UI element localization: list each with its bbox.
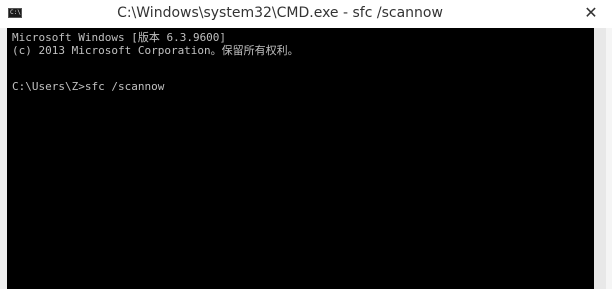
title-bar[interactable]: C:\ C:\Windows\system32\CMD.exe - sfc /s… — [0, 0, 612, 28]
cmd-window: C:\ C:\Windows\system32\CMD.exe - sfc /s… — [0, 0, 612, 289]
console-output[interactable]: Microsoft Windows [版本 6.3.9600] (c) 2013… — [7, 28, 594, 289]
window-title: C:\Windows\system32\CMD.exe - sfc /scann… — [117, 5, 443, 21]
window-right-edge — [606, 28, 612, 289]
console-line-4: C:\Users\Z>sfc /scannow — [12, 80, 165, 93]
console-line-1: Microsoft Windows [版本 6.3.9600] — [12, 31, 227, 44]
console-line-2: (c) 2013 Microsoft Corporation。保留所有权利。 — [12, 44, 299, 57]
vertical-scrollbar[interactable] — [594, 28, 606, 289]
close-button[interactable]: ✕ — [582, 4, 600, 22]
